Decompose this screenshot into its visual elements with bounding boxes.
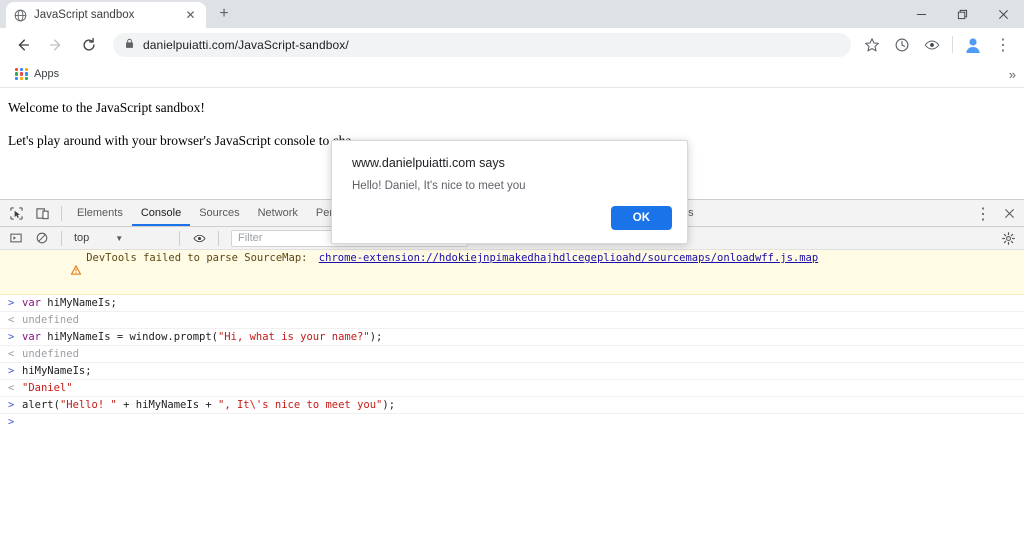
devtools-panel: Elements Console Sources Network Perform… — [0, 199, 1024, 539]
console-context-value: top — [74, 232, 90, 244]
tab-strip: JavaScript sandbox ✕ + — [0, 0, 1024, 28]
page-paragraph-1: Welcome to the JavaScript sandbox! — [8, 100, 205, 115]
console-output-row: < "Daniel" — [0, 380, 1024, 397]
tab-elements[interactable]: Elements — [68, 200, 132, 226]
new-tab-button[interactable]: + — [211, 1, 237, 27]
code-string: "Hello! " — [59, 399, 117, 411]
console-input-row[interactable]: > alert("Hello! " + hiMyNameIs + ", It\'… — [0, 397, 1024, 414]
code-text: hiMyNameIs = window.prompt( — [47, 331, 218, 343]
devtools-tabbar-actions: ⋮ — [970, 200, 1022, 227]
tab-close-icon[interactable]: ✕ — [183, 8, 198, 23]
live-expression-eye-icon[interactable] — [188, 227, 210, 249]
toolbar-divider — [952, 36, 953, 53]
code-text: hiMyNameIs; — [47, 297, 117, 309]
inspect-cursor-icon[interactable] — [5, 202, 27, 224]
dialog-ok-button[interactable]: OK — [610, 206, 672, 230]
avatar-icon — [963, 35, 983, 55]
lock-icon — [124, 38, 135, 52]
console-sidebar-icon[interactable] — [5, 227, 27, 249]
forward-button[interactable] — [42, 31, 69, 58]
bookmarks-bar: Apps » — [0, 61, 1024, 88]
globe-icon — [14, 9, 27, 22]
apps-grid-icon — [15, 67, 28, 81]
chevron-down-icon: ▼ — [115, 233, 124, 243]
eye-extension-icon[interactable] — [919, 32, 945, 58]
sourcemap-link[interactable]: chrome-extension://hdokiejnpimakedhajhdl… — [319, 251, 818, 265]
input-arrow-icon: > — [8, 365, 15, 377]
console-context-select[interactable]: top ▼ — [68, 232, 173, 244]
devtools-close-button[interactable] — [998, 203, 1020, 225]
browser-window: JavaScript sandbox ✕ + danielpuiatti.com… — [0, 0, 1024, 539]
bookmark-star-icon[interactable] — [859, 32, 885, 58]
code-tail: ); — [369, 331, 383, 343]
address-bar[interactable]: danielpuiatti.com/JavaScript-sandbox/ — [113, 32, 851, 57]
console-divider-1 — [61, 230, 62, 246]
input-arrow-icon: > — [8, 399, 15, 411]
console-output-row: < undefined — [0, 312, 1024, 329]
code-tail: ); — [382, 399, 396, 411]
reload-button[interactable] — [75, 31, 102, 58]
console-input-row[interactable]: > hiMyNameIs; — [0, 363, 1024, 380]
input-arrow-icon: > — [8, 297, 15, 309]
console-warning-row[interactable]: DevTools failed to parse SourceMap: chro… — [0, 250, 1024, 295]
device-toolbar-icon[interactable] — [31, 202, 53, 224]
output-string-value: "Daniel" — [22, 382, 73, 394]
output-arrow-icon: < — [8, 348, 15, 360]
back-button[interactable] — [9, 31, 36, 58]
bookmarks-overflow-icon[interactable]: » — [1009, 67, 1016, 82]
bookmark-label: Apps — [34, 68, 60, 80]
console-divider-2 — [179, 230, 180, 246]
devtools-more-menu-button[interactable]: ⋮ — [972, 203, 994, 225]
warning-triangle-icon — [8, 251, 82, 293]
navigation-toolbar: danielpuiatti.com/JavaScript-sandbox/ ⋮ — [0, 28, 1024, 61]
code-mid: + hiMyNameIs + — [116, 399, 218, 411]
devtools-divider — [61, 205, 62, 221]
maximize-restore-button[interactable] — [942, 0, 983, 28]
javascript-alert-dialog: www.danielpuiatti.com says Hello! Daniel… — [331, 140, 688, 244]
warning-text: DevTools failed to parse SourceMap: — [86, 252, 314, 264]
url-text: danielpuiatti.com/JavaScript-sandbox/ — [143, 37, 349, 52]
output-value: undefined — [22, 314, 79, 326]
output-arrow-icon: < — [8, 382, 15, 394]
code-keyword: var — [22, 331, 48, 343]
console-output-row: < undefined — [0, 346, 1024, 363]
code-string: "Hi, what is your name?" — [217, 331, 370, 343]
tab-title: JavaScript sandbox — [34, 9, 135, 21]
dialog-title: www.danielpuiatti.com says — [352, 156, 505, 170]
gear-icon[interactable] — [997, 227, 1019, 249]
console-input-row[interactable]: > var hiMyNameIs = window.prompt("Hi, wh… — [0, 329, 1024, 346]
dialog-message: Hello! Daniel, It's nice to meet you — [352, 180, 526, 192]
tab-network[interactable]: Network — [249, 200, 307, 226]
console-divider-3 — [218, 230, 219, 246]
console-prompt-row[interactable]: > — [0, 414, 1024, 430]
code-text: hiMyNameIs; — [22, 365, 92, 377]
input-arrow-icon: > — [8, 331, 15, 343]
browser-tab[interactable]: JavaScript sandbox ✕ — [6, 2, 206, 28]
minimize-button[interactable] — [901, 0, 942, 28]
close-window-button[interactable] — [983, 0, 1024, 28]
console-input-row[interactable]: > var hiMyNameIs; — [0, 295, 1024, 312]
code-keyword: var — [22, 297, 48, 309]
output-arrow-icon: < — [8, 314, 15, 326]
browser-menu-button[interactable]: ⋮ — [990, 32, 1016, 58]
tab-console[interactable]: Console — [132, 200, 190, 226]
page-viewport: Welcome to the JavaScript sandbox! Let's… — [0, 88, 1024, 244]
dialog-actions: OK — [610, 206, 672, 230]
profile-avatar[interactable] — [960, 32, 986, 58]
prompt-arrow-icon: > — [8, 416, 15, 428]
window-controls — [901, 0, 1024, 28]
code-text: alert( — [22, 399, 60, 411]
tab-sources[interactable]: Sources — [190, 200, 248, 226]
clear-console-icon[interactable] — [31, 227, 53, 249]
history-clock-icon[interactable] — [889, 32, 915, 58]
code-string-2: ", It\'s nice to meet you" — [218, 399, 383, 411]
bookmark-item-apps[interactable]: Apps — [10, 65, 64, 84]
console-output: DevTools failed to parse SourceMap: chro… — [0, 250, 1024, 430]
output-value: undefined — [22, 348, 79, 360]
